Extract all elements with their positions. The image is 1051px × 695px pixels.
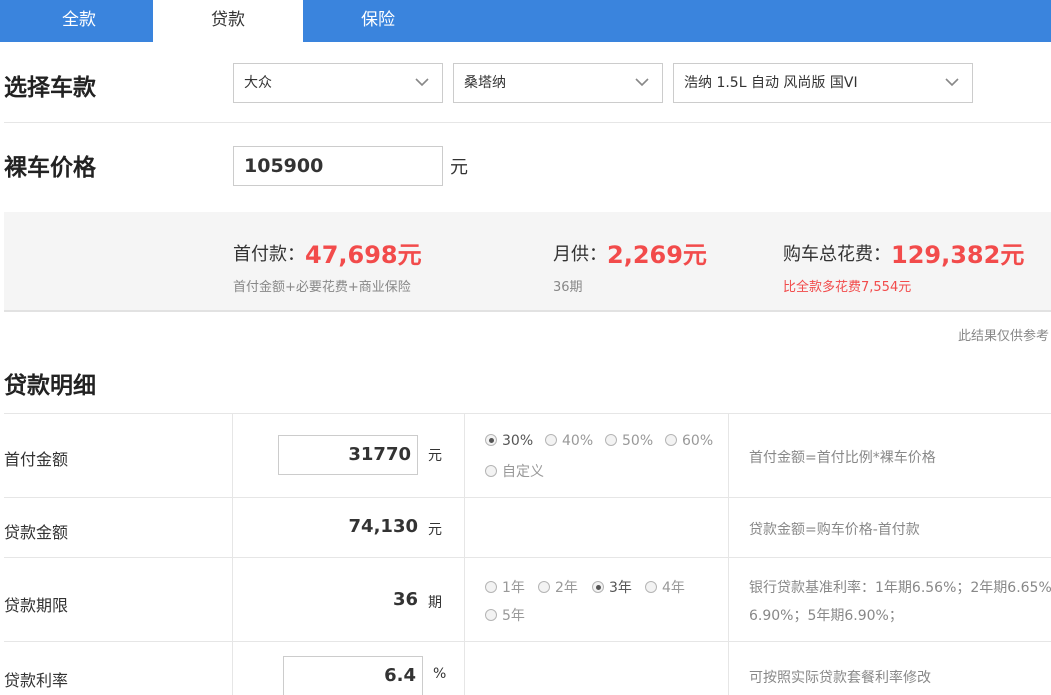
loan-term-value: 36 — [392, 589, 418, 610]
chevron-down-icon — [415, 78, 429, 87]
radio-dot — [485, 434, 497, 446]
bare-price-unit: 元 — [450, 157, 468, 178]
brand-select[interactable]: 大众 — [233, 63, 443, 103]
series-select[interactable]: 桑塔纳 — [453, 63, 663, 103]
tab-full-payment[interactable]: 全款 — [4, 0, 154, 42]
down-payment-sub: 首付金额+必要花费+商业保险 — [233, 280, 411, 295]
term-radio-5y[interactable]: 5年 — [485, 605, 525, 625]
radio-dot — [485, 609, 497, 621]
down-ratio-radio-30[interactable]: 30% — [485, 433, 533, 449]
term-radio-4y[interactable]: 4年 — [645, 577, 685, 597]
table-col-divider — [728, 413, 729, 695]
loan-rate-input[interactable]: 6.4 — [283, 656, 423, 695]
down-payment-amount-unit: 元 — [428, 448, 442, 464]
loan-amount-unit: 元 — [428, 522, 442, 538]
down-payment-amount-input[interactable]: 31770 — [278, 435, 418, 475]
radio-label: 2年 — [555, 580, 578, 596]
table-row-divider — [4, 497, 1051, 498]
monthly-label: 月供： — [553, 244, 607, 265]
loan-detail-title: 贷款明细 — [4, 373, 96, 399]
radio-label: 1年 — [502, 580, 525, 596]
term-radio-2y[interactable]: 2年 — [538, 577, 578, 597]
down-payment-note: 首付金额=首付比例*裸车价格 — [749, 450, 936, 466]
down-ratio-radio-50[interactable]: 50% — [605, 433, 653, 449]
radio-label: 自定义 — [502, 464, 544, 480]
series-select-value: 桑塔纳 — [464, 75, 506, 91]
tab-bar: 全款 贷款 保险 — [0, 0, 1051, 42]
tab-insurance[interactable]: 保险 — [303, 0, 453, 42]
table-row-divider — [4, 641, 1051, 642]
down-payment-amount-label: 首付金额 — [4, 450, 69, 469]
radio-dot — [592, 581, 604, 593]
down-payment-label: 首付款： — [233, 244, 305, 265]
loan-amount-value: 74,130 — [348, 516, 418, 537]
down-ratio-radio-40[interactable]: 40% — [545, 433, 593, 449]
monthly-value: 2,269元 — [607, 241, 707, 269]
table-row-divider — [4, 557, 1051, 558]
radio-label: 3年 — [609, 580, 632, 596]
term-note-line2: 6.90%；5年期6.90%； — [749, 608, 903, 624]
loan-rate-label: 贷款利率 — [4, 671, 69, 690]
radio-dot — [605, 434, 617, 446]
radio-dot — [645, 581, 657, 593]
term-radio-3y[interactable]: 3年 — [592, 577, 632, 597]
trim-select-value: 浩纳 1.5L 自动 风尚版 国VI — [684, 75, 858, 91]
term-radio-1y[interactable]: 1年 — [485, 577, 525, 597]
monthly-sub: 36期 — [553, 280, 583, 295]
term-note-line1: 银行贷款基准利率：1年期6.56%；2年期6.65%； — [749, 580, 1051, 596]
summary-panel: 首付款： 47,698元 首付金额+必要花费+商业保险 月供： 2,269元 3… — [4, 212, 1051, 312]
down-ratio-radio-custom[interactable]: 自定义 — [485, 461, 544, 481]
disclaimer-text: 此结果仅供参考 — [957, 329, 1049, 344]
select-model-title: 选择车款 — [4, 75, 96, 101]
loan-amount-note: 贷款金额=购车价格-首付款 — [749, 522, 920, 538]
chevron-down-icon — [945, 78, 959, 87]
loan-term-label: 贷款期限 — [4, 596, 69, 615]
radio-dot — [485, 465, 497, 477]
radio-label: 40% — [562, 433, 594, 449]
trim-select[interactable]: 浩纳 1.5L 自动 风尚版 国VI — [673, 63, 973, 103]
radio-dot — [665, 434, 677, 446]
radio-dot — [545, 434, 557, 446]
loan-rate-note: 可按照实际贷款套餐利率修改 — [749, 670, 931, 686]
loan-term-unit: 期 — [428, 595, 442, 611]
radio-label: 60% — [682, 433, 714, 449]
radio-label: 30% — [502, 433, 534, 449]
radio-label: 4年 — [662, 580, 685, 596]
total-label: 购车总花费： — [783, 244, 891, 265]
bare-price-input[interactable]: 105900 — [233, 146, 443, 186]
radio-label: 5年 — [502, 608, 525, 624]
radio-dot — [538, 581, 550, 593]
total-value: 129,382元 — [891, 241, 1025, 269]
brand-select-value: 大众 — [244, 75, 272, 91]
table-col-divider — [464, 413, 465, 695]
chevron-down-icon — [635, 78, 649, 87]
table-col-divider — [232, 413, 233, 695]
divider — [4, 122, 1051, 123]
total-sub: 比全款多花费7,554元 — [783, 280, 912, 295]
loan-rate-unit: % — [433, 666, 447, 682]
down-ratio-radio-60[interactable]: 60% — [665, 433, 713, 449]
tab-loan[interactable]: 贷款 — [153, 0, 303, 42]
radio-label: 50% — [622, 433, 654, 449]
down-payment-value: 47,698元 — [305, 241, 422, 269]
bare-price-title: 裸车价格 — [4, 155, 96, 181]
table-border-top — [4, 413, 1051, 414]
radio-dot — [485, 581, 497, 593]
loan-amount-label: 贷款金额 — [4, 523, 69, 542]
